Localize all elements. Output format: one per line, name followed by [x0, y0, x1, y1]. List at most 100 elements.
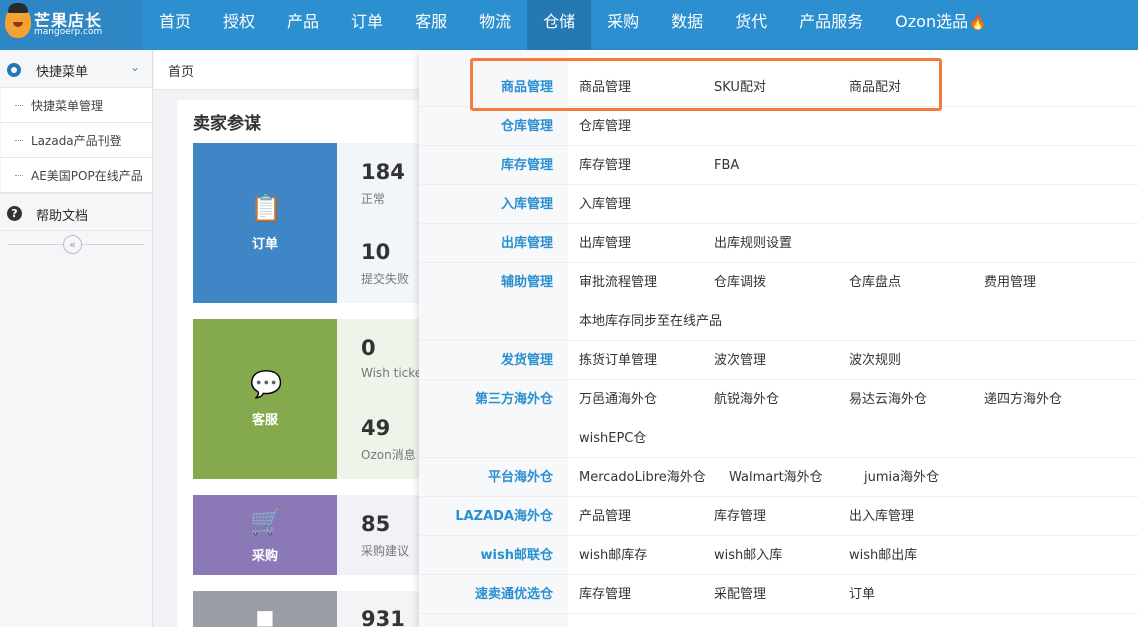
nav-customer-service[interactable]: 客服 — [399, 0, 463, 50]
fire-icon: 🔥 — [969, 15, 987, 31]
dd-item[interactable]: 仓库调拨 — [714, 263, 766, 302]
nav-products[interactable]: 产品 — [271, 0, 335, 50]
purchase-card-tile[interactable]: 🛒 采购 — [193, 495, 337, 575]
dd-item[interactable]: 本地库存同步至在线产品 — [579, 302, 722, 341]
dd-item[interactable]: MercadoLibre海外仓 — [579, 458, 706, 497]
stat-value[interactable]: 0 — [361, 336, 376, 360]
dd-row-aliexpress-preferred: 速卖通优选仓 库存管理 采配管理 订单 — [419, 575, 1138, 614]
sidebar-item-quick-menu-manage[interactable]: 快捷菜单管理 — [1, 88, 152, 123]
collapse-row: « — [0, 231, 152, 259]
breadcrumb-home[interactable]: 首页 — [168, 61, 194, 80]
stat-value[interactable]: 931 — [361, 607, 405, 627]
dd-item[interactable]: jumia海外仓 — [864, 458, 939, 497]
dd-item[interactable]: 出库规则设置 — [714, 224, 792, 263]
dd-item[interactable]: 万邑通海外仓 — [579, 380, 657, 419]
orders-card-tile[interactable]: 📋 订单 — [193, 143, 337, 303]
clipboard-icon: 📋 — [250, 194, 283, 224]
warehouse-card-tile[interactable]: ■ — [193, 591, 337, 627]
dd-item[interactable]: 航锐海外仓 — [714, 380, 779, 419]
dd-item[interactable]: SKU配对 — [714, 68, 766, 107]
nav-home[interactable]: 首页 — [143, 0, 207, 50]
help-docs-label: 帮助文档 — [36, 209, 89, 224]
stat-value[interactable]: 184 — [361, 160, 405, 184]
dd-category[interactable]: 出库管理 — [419, 224, 553, 263]
dd-category[interactable]: 库存管理 — [419, 146, 553, 185]
dd-category[interactable]: 速卖通优选仓 — [419, 575, 553, 614]
purchase-card-label: 采购 — [251, 549, 278, 564]
nav-orders[interactable]: 订单 — [335, 0, 399, 50]
customer-service-card-tile[interactable]: 💬 客服 — [193, 319, 337, 479]
nav-logistics[interactable]: 物流 — [463, 0, 527, 50]
help-icon: ? — [7, 206, 22, 221]
dd-item[interactable]: 仓库管理 — [579, 107, 631, 146]
dd-item[interactable]: 库存管理 — [579, 146, 631, 185]
purchase-card[interactable]: 🛒 采购 85 采购建议 — [193, 495, 437, 575]
dd-item[interactable]: wish邮入库 — [714, 536, 782, 575]
nav-forwarding[interactable]: 货代 — [719, 0, 783, 50]
stat-value[interactable]: 49 — [361, 416, 390, 440]
quick-menu-list: 快捷菜单管理 Lazada产品刊登 AE美国POP在线产品 — [1, 88, 152, 193]
sidebar-item-label: 快捷菜单管理 — [31, 99, 104, 113]
nav-product-service[interactable]: 产品服务 — [783, 0, 879, 50]
dd-item[interactable]: Walmart海外仓 — [729, 458, 823, 497]
sidebar-item-ae-pop-products[interactable]: AE美国POP在线产品 — [1, 158, 152, 193]
dd-item[interactable]: 商品配对 — [849, 68, 901, 107]
dd-category[interactable]: 辅助管理 — [419, 263, 553, 302]
dd-row-inbound-management: 入库管理 入库管理 — [419, 185, 1138, 224]
dd-item[interactable]: 拣货订单管理 — [579, 341, 657, 380]
nav-data[interactable]: 数据 — [655, 0, 719, 50]
customer-service-card[interactable]: 💬 客服 0 Wish ticke 49 Ozon消息 — [193, 319, 437, 479]
dd-item[interactable]: 递四方海外仓 — [984, 380, 1062, 419]
nav-ozon-selection[interactable]: Ozon选品🔥 — [879, 0, 1002, 50]
seller-advisor-panel: 卖家参谋 📋 订单 184 正常 10 提交失败 💬 客服 0 Wish tic… — [177, 100, 437, 627]
dd-item[interactable]: 订单 — [849, 575, 875, 614]
orders-card[interactable]: 📋 订单 184 正常 10 提交失败 — [193, 143, 437, 303]
dd-item[interactable]: 采配管理 — [714, 575, 766, 614]
brand-logo[interactable]: 芒果店长 mangoerp.com — [0, 0, 143, 50]
dd-category[interactable]: 仓库管理 — [419, 107, 553, 146]
dd-category[interactable]: 商品管理 — [419, 68, 553, 107]
warehouse-card[interactable]: ■ 931 — [193, 591, 437, 627]
stat-value[interactable]: 85 — [361, 512, 390, 536]
dd-item[interactable]: 波次规则 — [849, 341, 901, 380]
dd-item[interactable]: 波次管理 — [714, 341, 766, 380]
dd-row-lazada-overseas: LAZADA海外仓 产品管理 库存管理 出入库管理 — [419, 497, 1138, 536]
dd-item[interactable]: 产品管理 — [579, 497, 631, 536]
help-docs-item[interactable]: ? 帮助文档 — [0, 193, 152, 231]
collapse-sidebar-button[interactable]: « — [63, 235, 82, 254]
dd-item[interactable]: 出入库管理 — [849, 497, 914, 536]
dd-category[interactable]: 发货管理 — [419, 341, 553, 380]
dd-category[interactable]: 第三方海外仓 — [419, 380, 553, 419]
dd-category[interactable]: wish邮联仓 — [419, 536, 553, 575]
nav-authorize[interactable]: 授权 — [207, 0, 271, 50]
brand-url: mangoerp.com — [34, 27, 103, 37]
dd-item[interactable]: 费用管理 — [984, 263, 1036, 302]
dd-item[interactable]: 库存管理 — [579, 575, 631, 614]
sidebar-item-lazada-listing[interactable]: Lazada产品刊登 — [1, 123, 152, 158]
nav-warehouse[interactable]: 仓储 — [527, 0, 592, 50]
dd-item[interactable]: 仓库盘点 — [849, 263, 901, 302]
nav-purchase[interactable]: 采购 — [591, 0, 655, 50]
dd-item[interactable]: 易达云海外仓 — [849, 380, 927, 419]
dd-item[interactable]: 出库管理 — [579, 224, 631, 263]
dd-item[interactable]: 商品管理 — [579, 68, 631, 107]
dd-row-product-management: 商品管理 商品管理 SKU配对 商品配对 — [419, 68, 1138, 107]
dd-item[interactable]: wishEPC仓 — [579, 419, 646, 458]
warehouse-dropdown-menu: 商品管理 商品管理 SKU配对 商品配对 仓库管理 仓库管理 库存管理 库存管理… — [419, 50, 1138, 627]
dd-row-outbound-management: 出库管理 出库管理 出库规则设置 — [419, 224, 1138, 263]
dd-row-shipping-management: 发货管理 拣货订单管理 波次管理 波次规则 — [419, 341, 1138, 380]
dd-item[interactable]: 审批流程管理 — [579, 263, 657, 302]
chevron-down-icon: ⌄ — [130, 60, 141, 74]
sidebar-item-label: Lazada产品刊登 — [31, 134, 122, 148]
dd-item[interactable]: wish邮出库 — [849, 536, 917, 575]
stat-value[interactable]: 10 — [361, 240, 390, 264]
tree-connector — [15, 140, 23, 141]
dd-category[interactable]: LAZADA海外仓 — [419, 497, 553, 536]
dd-item[interactable]: 库存管理 — [714, 497, 766, 536]
dd-item[interactable]: wish邮库存 — [579, 536, 647, 575]
dd-category[interactable]: 入库管理 — [419, 185, 553, 224]
dd-item[interactable]: FBA — [714, 146, 739, 185]
quick-menu-header[interactable]: 快捷菜单 ⌄ — [0, 50, 152, 88]
dd-item[interactable]: 入库管理 — [579, 185, 631, 224]
dd-category[interactable]: 平台海外仓 — [419, 458, 553, 497]
